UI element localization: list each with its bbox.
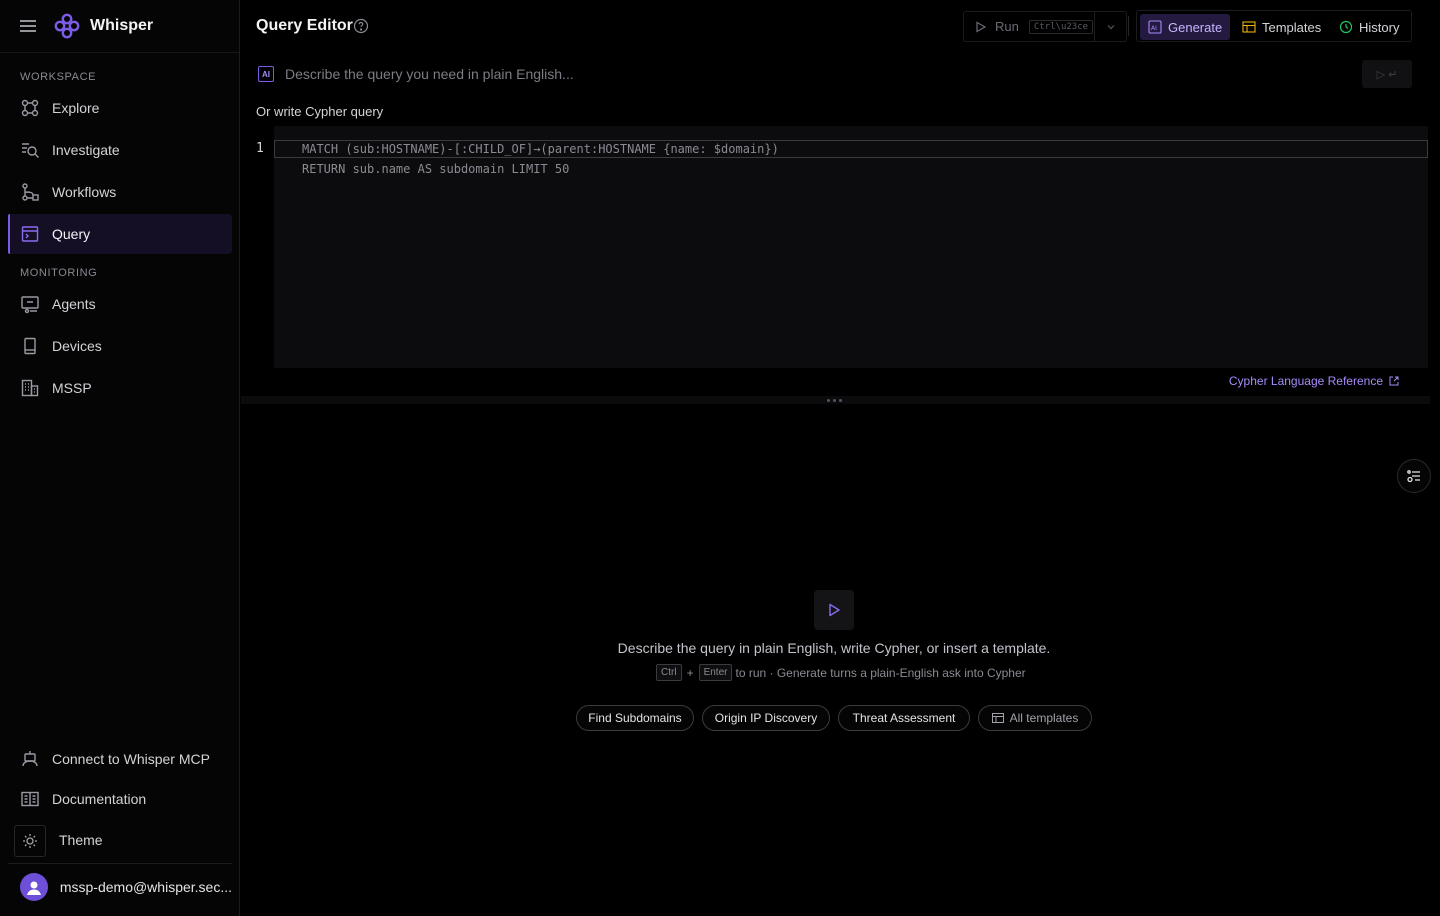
- sidebar-item-label: Agents: [52, 296, 96, 312]
- run-options-dropdown[interactable]: [1094, 12, 1126, 41]
- chip-label: Origin IP Discovery: [714, 711, 818, 725]
- search-list-icon: [20, 140, 40, 160]
- templates-icon: [1242, 20, 1262, 34]
- nl-prompt-input[interactable]: [285, 60, 1345, 88]
- sidebar-item-agents[interactable]: Agents: [8, 284, 232, 324]
- history-label: History: [1359, 19, 1400, 35]
- documentation-label: Documentation: [52, 791, 147, 807]
- kbd-enter: Enter: [698, 664, 733, 681]
- run-controls: Run Ctrl\u23ce: [963, 11, 1127, 42]
- results-panel-toggle[interactable]: [1397, 459, 1431, 493]
- building-icon: [20, 378, 40, 398]
- code-line[interactable]: RETURN sub.name AS subdomain LIMIT 50: [302, 162, 569, 176]
- generate-button[interactable]: AI Generate: [1140, 14, 1231, 40]
- brand-header: Whisper: [0, 0, 239, 53]
- chip-label: All templates: [1009, 711, 1079, 725]
- workflow-icon: [20, 182, 40, 202]
- graph-nodes-icon: [20, 98, 40, 118]
- sidebar-item-label: Explore: [52, 100, 100, 116]
- sidebar: Whisper WORKSPACE Explore Investigate Wo…: [0, 0, 240, 916]
- run-play-icon: [814, 590, 854, 630]
- line-number: 1: [256, 141, 264, 156]
- cypher-reference-link[interactable]: Cypher Language Reference: [1229, 374, 1399, 388]
- kbd-plus: +: [686, 665, 694, 680]
- sidebar-item-label: Query: [52, 226, 91, 242]
- theme-toggle-button[interactable]: [14, 825, 46, 857]
- cypher-editor-label: Or write Cypher query: [256, 104, 384, 119]
- ai-sparkle-icon: AI: [1148, 20, 1168, 34]
- history-clock-icon: [1339, 20, 1359, 34]
- sidebar-item-label: Devices: [52, 338, 102, 354]
- generate-label: Generate: [1168, 19, 1223, 35]
- mode-controls: AI Generate Templates History: [1136, 10, 1412, 42]
- monitoring-section-label: MONITORING: [20, 267, 98, 279]
- reference-link-label: Cypher Language Reference: [1228, 374, 1383, 388]
- play-icon: [975, 20, 995, 33]
- templates-button[interactable]: Templates: [1234, 14, 1329, 40]
- hint-text: to run · Generate turns a plain-English …: [735, 665, 1026, 680]
- terminal-window-icon: [20, 224, 40, 244]
- ai-badge-icon: AI: [258, 66, 274, 82]
- history-button[interactable]: History: [1331, 14, 1407, 40]
- templates-label: Templates: [1262, 19, 1322, 35]
- empty-state-message: Describe the query in plain English, wri…: [617, 640, 1051, 656]
- query-editor-main: Query Editor Run Ctrl\u23ce AI Generate: [241, 0, 1440, 916]
- chip-label: Threat Assessment: [852, 711, 956, 725]
- all-templates-chip[interactable]: All templates: [978, 705, 1092, 731]
- sidebar-item-label: Investigate: [52, 142, 120, 158]
- sidebar-item-workflows[interactable]: Workflows: [8, 172, 232, 212]
- template-chip-find-subdomains[interactable]: Find Subdomains: [576, 705, 694, 731]
- toolbar-divider: [1128, 16, 1129, 36]
- book-icon: [20, 789, 40, 809]
- app-name: Whisper: [90, 17, 154, 34]
- avatar: [20, 872, 48, 901]
- connect-mcp-link[interactable]: Connect to Whisper MCP: [8, 741, 232, 777]
- user-email: mssp-demo@whisper.sec...: [59, 878, 232, 895]
- sidebar-item-explore[interactable]: Explore: [8, 88, 232, 128]
- page-title: Query Editor: [256, 17, 353, 34]
- run-button[interactable]: Run Ctrl\u23ce: [964, 12, 1094, 41]
- sidebar-item-label: MSSP: [52, 380, 92, 396]
- run-label: Run: [995, 19, 1019, 34]
- kbd-ctrl: Ctrl: [656, 664, 682, 681]
- help-circle-icon[interactable]: [353, 18, 369, 34]
- svg-text:AI: AI: [1151, 25, 1157, 32]
- user-account-menu[interactable]: mssp-demo@whisper.sec...: [8, 863, 232, 909]
- workspace-section-label: WORKSPACE: [20, 71, 97, 83]
- run-shortcut-hint: Ctrl + Enter to run · Generate turns a p…: [656, 664, 1026, 681]
- template-chip-origin-ip[interactable]: Origin IP Discovery: [702, 705, 830, 731]
- connect-mcp-label: Connect to Whisper MCP: [52, 751, 210, 767]
- send-icon: ▷ ↵: [1376, 68, 1398, 81]
- robot-icon: [20, 749, 40, 769]
- theme-label: Theme: [59, 832, 103, 848]
- chevron-down-icon: [1106, 22, 1116, 32]
- drag-handle-icon[interactable]: [827, 399, 842, 402]
- template-chip-threat-assessment[interactable]: Threat Assessment: [838, 705, 970, 731]
- sidebar-item-devices[interactable]: Devices: [8, 326, 232, 366]
- device-icon: [20, 336, 40, 356]
- external-link-icon: [1383, 376, 1399, 386]
- run-shortcut: Ctrl\u23ce: [1028, 19, 1094, 34]
- templates-table-icon: [991, 712, 1010, 724]
- whisper-logo-icon: [54, 13, 80, 39]
- list-settings-icon: [1406, 468, 1422, 484]
- agent-screen-icon: [20, 294, 40, 314]
- code-line[interactable]: MATCH (sub:HOSTNAME)-[:CHILD_OF]→(parent…: [302, 142, 779, 156]
- hamburger-menu-icon[interactable]: [18, 16, 38, 36]
- send-prompt-button[interactable]: ▷ ↵: [1362, 60, 1412, 88]
- nl-prompt-row: AI ▷ ↵: [241, 60, 1440, 88]
- chip-label: Find Subdomains: [588, 711, 682, 725]
- sidebar-item-investigate[interactable]: Investigate: [8, 130, 232, 170]
- sidebar-item-mssp[interactable]: MSSP: [8, 368, 232, 408]
- sun-icon: [22, 833, 38, 849]
- sidebar-item-query[interactable]: Query: [8, 214, 232, 254]
- sidebar-item-label: Workflows: [52, 184, 117, 200]
- documentation-link[interactable]: Documentation: [8, 781, 232, 817]
